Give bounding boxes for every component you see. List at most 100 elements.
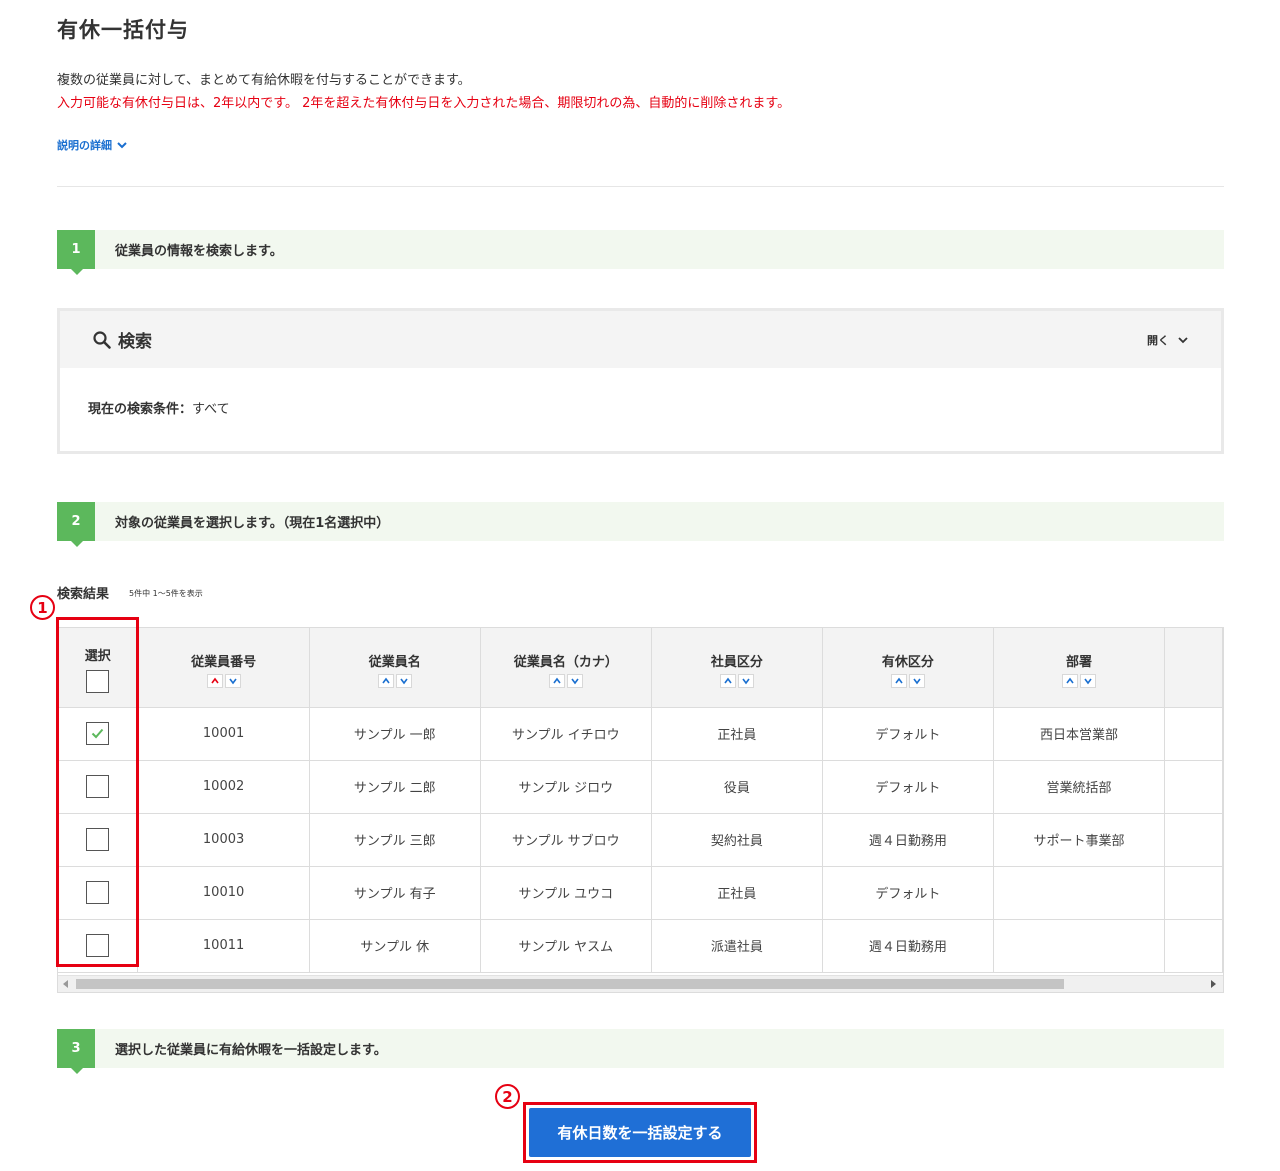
step-3-text: 選択した従業員に有給休暇を一括設定します。 [115, 1043, 387, 1058]
details-link[interactable]: 説明の詳細 [57, 137, 128, 153]
chevron-down-icon [742, 678, 750, 685]
employee-kana-cell: サンプル イチロウ [480, 707, 652, 761]
sort-asc-button[interactable] [548, 673, 565, 688]
chevron-up-icon [895, 677, 903, 684]
employee-kana-cell: サンプル ジロウ [480, 760, 652, 814]
employee-name-cell: サンプル 休 [309, 919, 481, 973]
page-title: 有休一括付与 [57, 18, 189, 42]
annotation-marker-2: 2 [495, 1084, 520, 1109]
overflow-cell [1164, 760, 1223, 814]
results-label: 検索結果 [57, 587, 110, 602]
divider [57, 186, 1224, 187]
employee-type-cell: 役員 [651, 760, 823, 814]
table-row: 10003 サンプル 三郎 サンプル サブロウ 契約社員 週４日勤務用 サポート事業部 [58, 813, 1223, 867]
step-1-number: 1 [57, 230, 95, 275]
leave-type-cell: 週４日勤務用 [822, 919, 994, 973]
search-title-label: 検索 [118, 332, 152, 352]
search-condition-label: 現在の検索条件： [88, 402, 193, 417]
search-icon [93, 330, 111, 349]
search-open-label: 開く [1147, 333, 1169, 347]
sort-desc-button[interactable] [908, 673, 925, 688]
search-panel-header[interactable]: 検索 開く [60, 311, 1221, 368]
column-header-label: 有休区分 [881, 654, 934, 670]
chevron-up-icon [382, 677, 390, 684]
details-link-label: 説明の詳細 [57, 139, 112, 152]
table-row: 10010 サンプル 有子 サンプル ユウコ 正社員 デフォルト [58, 866, 1223, 920]
employee-number-cell: 10011 [137, 919, 310, 973]
column-header-employee-name: 従業員名 [309, 628, 481, 708]
search-condition: 現在の検索条件：すべて [60, 368, 1221, 447]
department-cell [993, 866, 1165, 920]
employee-type-cell: 派遣社員 [651, 919, 823, 973]
employee-number-cell: 10003 [137, 813, 310, 867]
sort-desc-button[interactable] [224, 673, 241, 688]
chevron-down-icon [913, 678, 921, 685]
overflow-cell [1164, 707, 1223, 761]
search-title: 検索 [92, 327, 152, 352]
scroll-left-icon[interactable] [63, 980, 68, 988]
table-row: 10011 サンプル 休サンプル ヤスム 派遣社員 週４日勤務用 [58, 919, 1223, 973]
annotation-marker-1: 1 [30, 595, 55, 620]
table-header-row: 選択 従業員番号 従業員名 従業員名（カナ） 社員区分 有休区分 部署 [58, 628, 1223, 708]
department-cell: 営業統括部 [993, 760, 1165, 814]
chevron-down-icon [1178, 336, 1188, 343]
results-table-container: 選択 従業員番号 従業員名 従業員名（カナ） 社員区分 有休区分 部署 1000… [57, 627, 1224, 993]
employee-kana-cell: サンプル ユウコ [480, 866, 652, 920]
column-header-label: 従業員名（カナ） [513, 654, 618, 670]
results-count: 5件中 1～5件を表示 [129, 589, 203, 598]
step-3-number: 3 [57, 1029, 95, 1074]
employee-name-cell: サンプル 三郎 [309, 813, 481, 867]
step-3-banner: 3 選択した従業員に有給休暇を一括設定します。 [57, 1029, 1224, 1074]
chevron-up-icon [210, 677, 219, 684]
sort-asc-button[interactable] [719, 673, 736, 688]
employee-name-cell: サンプル 有子 [309, 866, 481, 920]
department-cell [993, 919, 1165, 973]
leave-type-cell: デフォルト [822, 866, 994, 920]
sort-asc-button[interactable] [890, 673, 907, 688]
description-text: 複数の従業員に対して、まとめて有給休暇を付与することができます。 [57, 73, 471, 88]
chevron-down-icon [1084, 678, 1092, 685]
employee-kana-cell: サンプル ヤスム [480, 919, 652, 973]
sort-desc-button[interactable] [737, 673, 754, 688]
employee-number-cell: 10002 [137, 760, 310, 814]
column-header-label: 部署 [1065, 654, 1092, 670]
search-condition-value: すべて [192, 402, 230, 417]
employee-kana-cell: サンプル サブロウ [480, 813, 652, 867]
overflow-cell [1164, 919, 1223, 973]
column-header-employee-type: 社員区分 [651, 628, 823, 708]
scroll-right-icon[interactable] [1211, 980, 1216, 988]
horizontal-scrollbar[interactable] [58, 975, 1223, 992]
search-panel: 検索 開く 現在の検索条件：すべて [57, 308, 1224, 454]
leave-type-cell: デフォルト [822, 760, 994, 814]
sort-asc-button[interactable] [206, 673, 223, 688]
column-header-employee-number: 従業員番号 [137, 628, 310, 708]
column-header-leave-type: 有休区分 [822, 628, 994, 708]
employee-number-cell: 10010 [137, 866, 310, 920]
results-table: 選択 従業員番号 従業員名 従業員名（カナ） 社員区分 有休区分 部署 1000… [58, 628, 1223, 973]
bulk-set-leave-button[interactable]: 有休日数を一括設定する [529, 1108, 751, 1157]
column-header-label: 社員区分 [710, 654, 763, 670]
leave-type-cell: 週４日勤務用 [822, 813, 994, 867]
chevron-up-icon [553, 677, 561, 684]
step-1-banner: 1 従業員の情報を検索します。 [57, 230, 1224, 275]
employee-type-cell: 契約社員 [651, 813, 823, 867]
search-open-toggle[interactable]: 開く [1147, 332, 1189, 348]
sort-desc-button[interactable] [566, 673, 583, 688]
scrollbar-thumb[interactable] [76, 979, 1064, 989]
column-header-label: 従業員名 [368, 654, 421, 670]
column-header-employee-kana: 従業員名（カナ） [480, 628, 652, 708]
leave-type-cell: デフォルト [822, 707, 994, 761]
annotation-box-checkboxes [56, 617, 139, 967]
chevron-down-icon [400, 678, 408, 685]
sort-asc-button[interactable] [377, 673, 394, 688]
employee-type-cell: 正社員 [651, 866, 823, 920]
sort-desc-button[interactable] [1079, 673, 1096, 688]
sort-asc-button[interactable] [1061, 673, 1078, 688]
sort-desc-button[interactable] [395, 673, 412, 688]
column-header-department: 部署 [993, 628, 1165, 708]
chevron-down-icon [228, 678, 237, 685]
intro-text: 複数の従業員に対して、まとめて有給休暇を付与することができます。 入力可能な有休… [57, 69, 790, 115]
employee-name-cell: サンプル 一郎 [309, 707, 481, 761]
overflow-cell [1164, 813, 1223, 867]
table-row: 10001 サンプル 一郎 サンプル イチロウ 正社員 デフォルト 西日本営業部 [58, 707, 1223, 761]
